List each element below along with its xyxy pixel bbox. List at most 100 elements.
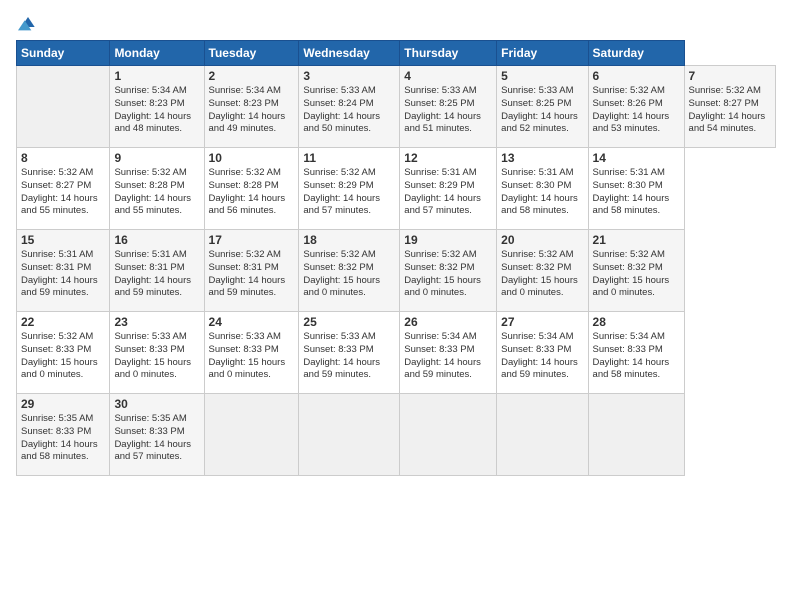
day-info: Sunrise: 5:33 AMSunset: 8:33 PMDaylight:… — [303, 331, 395, 382]
day-number: 20 — [501, 233, 583, 247]
day-number: 28 — [593, 315, 680, 329]
day-info: Sunrise: 5:32 AMSunset: 8:32 PMDaylight:… — [501, 249, 583, 300]
day-number: 5 — [501, 69, 583, 83]
day-cell: 17 Sunrise: 5:32 AMSunset: 8:31 PMDayligh… — [204, 230, 299, 312]
day-info: Sunrise: 5:33 AMSunset: 8:24 PMDaylight:… — [303, 85, 395, 136]
header-row: Sunday Monday Tuesday Wednesday Thursday… — [17, 41, 776, 66]
day-number: 3 — [303, 69, 395, 83]
day-cell: 22 Sunrise: 5:32 AMSunset: 8:33 PMDayligh… — [17, 312, 110, 394]
calendar-header: Sunday Monday Tuesday Wednesday Thursday… — [17, 41, 776, 66]
day-info: Sunrise: 5:34 AMSunset: 8:33 PMDaylight:… — [501, 331, 583, 382]
col-wednesday: Wednesday — [299, 41, 400, 66]
day-info: Sunrise: 5:32 AMSunset: 8:32 PMDaylight:… — [593, 249, 680, 300]
week-row-3: 22 Sunrise: 5:32 AMSunset: 8:33 PMDayligh… — [17, 312, 776, 394]
day-cell — [588, 394, 684, 476]
day-cell: 4Sunrise: 5:33 AMSunset: 8:25 PMDaylight… — [400, 66, 497, 148]
page: Sunday Monday Tuesday Wednesday Thursday… — [0, 0, 792, 612]
day-cell: 5Sunrise: 5:33 AMSunset: 8:25 PMDaylight… — [497, 66, 588, 148]
day-cell: 6 Sunrise: 5:32 AMSunset: 8:26 PMDaylight… — [588, 66, 684, 148]
day-info: Sunrise: 5:32 AMSunset: 8:29 PMDaylight:… — [303, 167, 395, 218]
day-cell: 30 Sunrise: 5:35 AMSunset: 8:33 PMDayligh… — [110, 394, 204, 476]
day-number: 21 — [593, 233, 680, 247]
day-cell: 12Sunrise: 5:31 AMSunset: 8:29 PMDayligh… — [400, 148, 497, 230]
day-cell — [204, 394, 299, 476]
day-cell: 3 Sunrise: 5:33 AMSunset: 8:24 PMDaylight… — [299, 66, 400, 148]
day-number: 29 — [21, 397, 105, 411]
day-info: Sunrise: 5:31 AMSunset: 8:31 PMDaylight:… — [114, 249, 199, 300]
day-cell: 28 Sunrise: 5:34 AMSunset: 8:33 PMDayligh… — [588, 312, 684, 394]
col-thursday: Thursday — [400, 41, 497, 66]
header — [16, 12, 776, 32]
day-number: 13 — [501, 151, 583, 165]
day-cell: 27 Sunrise: 5:34 AMSunset: 8:33 PMDayligh… — [497, 312, 588, 394]
day-number: 17 — [209, 233, 295, 247]
week-row-1: 8Sunrise: 5:32 AMSunset: 8:27 PMDaylight… — [17, 148, 776, 230]
day-info: Sunrise: 5:31 AMSunset: 8:31 PMDaylight:… — [21, 249, 105, 300]
day-cell: 19Sunrise: 5:32 AMSunset: 8:32 PMDayligh… — [400, 230, 497, 312]
day-cell: 9Sunrise: 5:32 AMSunset: 8:28 PMDaylight… — [110, 148, 204, 230]
day-cell — [299, 394, 400, 476]
day-info: Sunrise: 5:33 AMSunset: 8:33 PMDaylight:… — [114, 331, 199, 382]
day-number: 10 — [209, 151, 295, 165]
day-info: Sunrise: 5:32 AMSunset: 8:26 PMDaylight:… — [593, 85, 680, 136]
day-cell: 16 Sunrise: 5:31 AMSunset: 8:31 PMDayligh… — [110, 230, 204, 312]
day-info: Sunrise: 5:34 AMSunset: 8:33 PMDaylight:… — [404, 331, 492, 382]
day-cell: 18Sunrise: 5:32 AMSunset: 8:32 PMDayligh… — [299, 230, 400, 312]
day-cell — [497, 394, 588, 476]
col-friday: Friday — [497, 41, 588, 66]
day-number: 2 — [209, 69, 295, 83]
day-info: Sunrise: 5:31 AMSunset: 8:30 PMDaylight:… — [501, 167, 583, 218]
day-number: 18 — [303, 233, 395, 247]
day-number: 6 — [593, 69, 680, 83]
day-cell: 23Sunrise: 5:33 AMSunset: 8:33 PMDayligh… — [110, 312, 204, 394]
day-cell: 24 Sunrise: 5:33 AMSunset: 8:33 PMDayligh… — [204, 312, 299, 394]
day-number: 14 — [593, 151, 680, 165]
calendar-table: Sunday Monday Tuesday Wednesday Thursday… — [16, 40, 776, 476]
week-row-4: 29 Sunrise: 5:35 AMSunset: 8:33 PMDayligh… — [17, 394, 776, 476]
day-number: 12 — [404, 151, 492, 165]
day-cell: 15 Sunrise: 5:31 AMSunset: 8:31 PMDayligh… — [17, 230, 110, 312]
week-row-2: 15 Sunrise: 5:31 AMSunset: 8:31 PMDayligh… — [17, 230, 776, 312]
col-monday: Monday — [110, 41, 204, 66]
day-info: Sunrise: 5:35 AMSunset: 8:33 PMDaylight:… — [21, 413, 105, 464]
day-number: 7 — [689, 69, 771, 83]
day-info: Sunrise: 5:32 AMSunset: 8:32 PMDaylight:… — [404, 249, 492, 300]
col-saturday: Saturday — [588, 41, 684, 66]
day-number: 24 — [209, 315, 295, 329]
day-cell: 14 Sunrise: 5:31 AMSunset: 8:30 PMDayligh… — [588, 148, 684, 230]
day-cell: 8Sunrise: 5:32 AMSunset: 8:27 PMDaylight… — [17, 148, 110, 230]
day-number: 22 — [21, 315, 105, 329]
day-number: 9 — [114, 151, 199, 165]
day-cell: 13 Sunrise: 5:31 AMSunset: 8:30 PMDayligh… — [497, 148, 588, 230]
day-number: 8 — [21, 151, 105, 165]
col-tuesday: Tuesday — [204, 41, 299, 66]
day-number: 27 — [501, 315, 583, 329]
day-number: 1 — [114, 69, 199, 83]
day-info: Sunrise: 5:32 AMSunset: 8:27 PMDaylight:… — [689, 85, 771, 136]
day-cell: 25Sunrise: 5:33 AMSunset: 8:33 PMDayligh… — [299, 312, 400, 394]
day-info: Sunrise: 5:34 AMSunset: 8:33 PMDaylight:… — [593, 331, 680, 382]
day-info: Sunrise: 5:32 AMSunset: 8:31 PMDaylight:… — [209, 249, 295, 300]
logo — [16, 12, 38, 32]
day-cell: 2 Sunrise: 5:34 AMSunset: 8:23 PMDaylight… — [204, 66, 299, 148]
day-info: Sunrise: 5:31 AMSunset: 8:30 PMDaylight:… — [593, 167, 680, 218]
day-cell: 29 Sunrise: 5:35 AMSunset: 8:33 PMDayligh… — [17, 394, 110, 476]
day-number: 15 — [21, 233, 105, 247]
day-cell — [17, 66, 110, 148]
day-cell: 26 Sunrise: 5:34 AMSunset: 8:33 PMDayligh… — [400, 312, 497, 394]
day-cell: 7 Sunrise: 5:32 AMSunset: 8:27 PMDaylight… — [684, 66, 775, 148]
day-cell: 10 Sunrise: 5:32 AMSunset: 8:28 PMDayligh… — [204, 148, 299, 230]
day-info: Sunrise: 5:33 AMSunset: 8:33 PMDaylight:… — [209, 331, 295, 382]
day-info: Sunrise: 5:34 AMSunset: 8:23 PMDaylight:… — [209, 85, 295, 136]
day-number: 16 — [114, 233, 199, 247]
day-info: Sunrise: 5:32 AMSunset: 8:33 PMDaylight:… — [21, 331, 105, 382]
day-number: 4 — [404, 69, 492, 83]
week-row-0: 1 Sunrise: 5:34 AMSunset: 8:23 PMDaylight… — [17, 66, 776, 148]
day-cell — [400, 394, 497, 476]
day-number: 26 — [404, 315, 492, 329]
day-number: 30 — [114, 397, 199, 411]
day-info: Sunrise: 5:32 AMSunset: 8:28 PMDaylight:… — [209, 167, 295, 218]
col-sunday: Sunday — [17, 41, 110, 66]
day-info: Sunrise: 5:35 AMSunset: 8:33 PMDaylight:… — [114, 413, 199, 464]
day-info: Sunrise: 5:34 AMSunset: 8:23 PMDaylight:… — [114, 85, 199, 136]
